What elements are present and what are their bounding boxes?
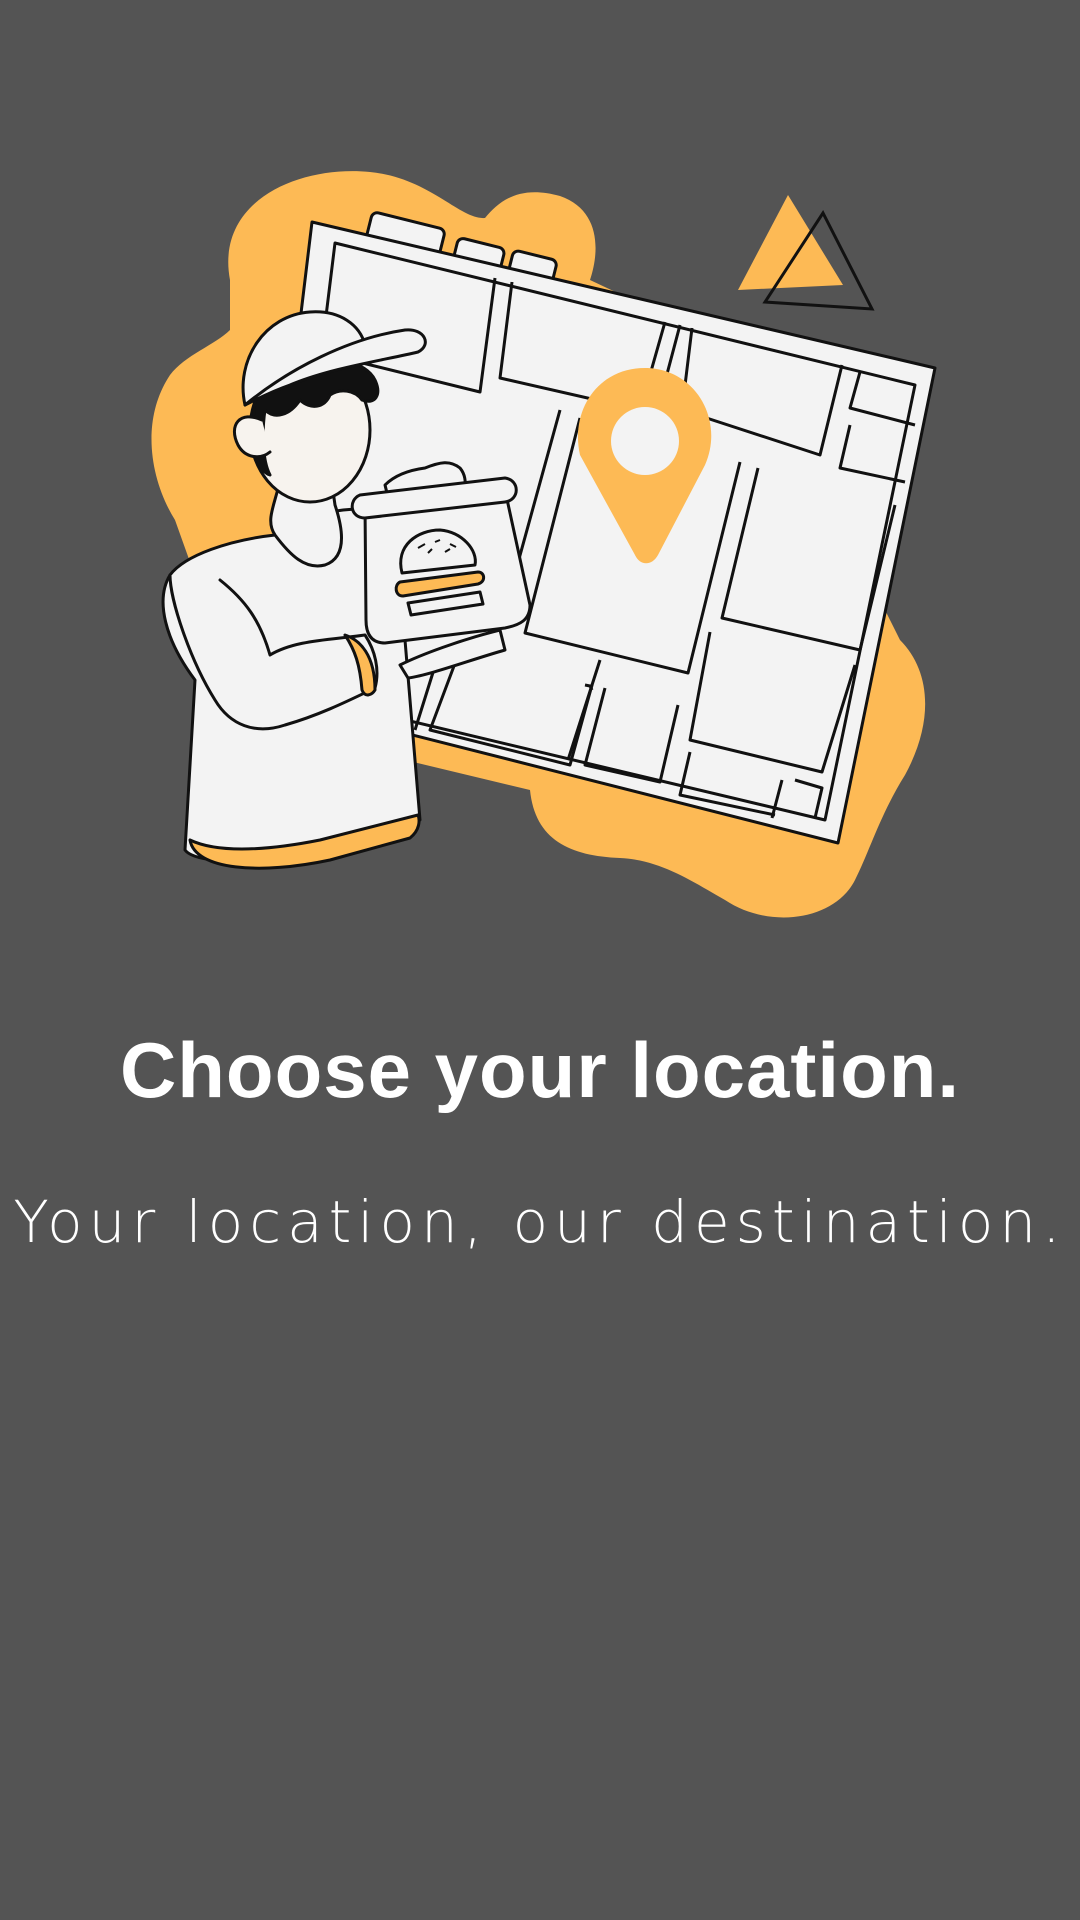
onboarding-screen: Choose your location. Your location, our… [0, 0, 1080, 1920]
triangle-icon [738, 195, 843, 290]
page-subtitle: Your location, our destination. [13, 1188, 1067, 1256]
delivery-map-illustration [151, 171, 937, 918]
page-title: Choose your location. [119, 1026, 961, 1114]
